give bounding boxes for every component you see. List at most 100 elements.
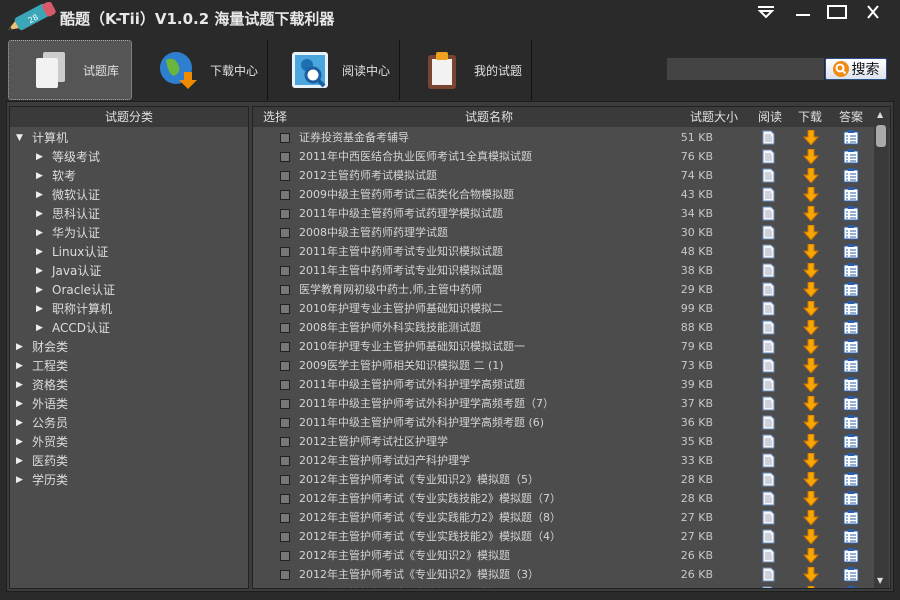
table-row[interactable]: 2009医学主管护师相关知识模拟题 二 (1) 73 KB [253, 356, 873, 375]
tree-item[interactable]: ▶ 医药类 [16, 452, 68, 471]
expand-arrow-icon[interactable]: ▶ [36, 319, 48, 338]
select-checkbox[interactable] [280, 399, 290, 409]
table-row[interactable]: 2011年中级主管护师考试外科护理学高频考题 (6) 36 KB [253, 413, 873, 432]
expand-arrow-icon[interactable]: ▶ [16, 338, 28, 357]
select-checkbox[interactable] [280, 209, 290, 219]
column-header-select[interactable]: 选择 [263, 107, 287, 127]
tree-item[interactable]: ▶ ACCD认证 [36, 319, 110, 338]
select-checkbox[interactable] [280, 475, 290, 485]
table-row[interactable]: 2012主管药师考试模拟试题 74 KB [253, 166, 873, 185]
table-row[interactable]: 2011年中级主管护师考试外科护理学高频考题（7） 37 KB [253, 394, 873, 413]
select-checkbox[interactable] [280, 342, 290, 352]
table-row[interactable]: 2011年中级主管护师考试外科护理学高频试题 39 KB [253, 375, 873, 394]
tree-item[interactable]: ▶ 资格类 [16, 376, 68, 395]
expand-arrow-icon[interactable]: ▶ [16, 414, 28, 433]
table-row[interactable]: 2008中级主管药师药理学试题 30 KB [253, 223, 873, 242]
table-row[interactable]: 证券投资基金备考辅导 51 KB [253, 128, 873, 147]
expand-arrow-icon[interactable]: ▶ [16, 395, 28, 414]
expand-arrow-icon[interactable]: ▶ [36, 243, 48, 262]
tree-item[interactable]: ▶ 华为认证 [36, 224, 100, 243]
search-button[interactable]: 搜索 [825, 58, 887, 80]
vertical-scrollbar[interactable]: ▲ ▼ [874, 107, 889, 588]
expand-arrow-icon[interactable]: ▶ [36, 262, 48, 281]
select-checkbox[interactable] [280, 494, 290, 504]
table-row[interactable]: 医学教育网初级中药士,师,主管中药师 29 KB [253, 280, 873, 299]
tree-item[interactable]: ▶ 外语类 [16, 395, 68, 414]
scroll-down-icon[interactable]: ▼ [877, 576, 883, 585]
tree-item[interactable]: ▶ 外贸类 [16, 433, 68, 452]
table-row[interactable]: 2012年主管护师考试《专业知识2》模拟题（2） 25 KB [253, 584, 873, 588]
expand-arrow-icon[interactable]: ▶ [16, 433, 28, 452]
select-checkbox[interactable] [280, 513, 290, 523]
select-checkbox[interactable] [280, 285, 290, 295]
select-checkbox[interactable] [280, 380, 290, 390]
tab-my-questions[interactable]: 我的试题 [400, 40, 532, 100]
read-document-icon[interactable] [762, 586, 775, 588]
expand-arrow-icon[interactable]: ▶ [16, 376, 28, 395]
table-row[interactable]: 2012年主管护师考试《专业实践技能2》模拟题（4） 27 KB [253, 527, 873, 546]
select-checkbox[interactable] [280, 171, 290, 181]
column-header-read[interactable]: 阅读 [758, 107, 782, 127]
select-checkbox[interactable] [280, 532, 290, 542]
table-row[interactable]: 2010年护理专业主管护师基础知识模拟试题一 79 KB [253, 337, 873, 356]
table-row[interactable]: 2012年主管护师考试《专业实践技能2》模拟题（7） 28 KB [253, 489, 873, 508]
tree-item[interactable]: ▶ Oracle认证 [36, 281, 115, 300]
scrollbar-thumb[interactable] [876, 125, 886, 147]
tree-item[interactable]: ▶ 职称计算机 [36, 300, 112, 319]
select-checkbox[interactable] [280, 152, 290, 162]
search-input[interactable] [667, 58, 824, 80]
table-row[interactable]: 2008年主管护师外科实践技能测试题 88 KB [253, 318, 873, 337]
table-row[interactable]: 2011年主管中药师考试专业知识模拟试题 38 KB [253, 261, 873, 280]
tree-item[interactable]: ▶ 财会类 [16, 338, 68, 357]
table-row[interactable]: 2012年主管护师考试《专业知识2》模拟题（3） 26 KB [253, 565, 873, 584]
table-row[interactable]: 2012年主管护师考试《专业实践能力2》模拟题（8） 27 KB [253, 508, 873, 527]
table-row[interactable]: 2011年中级主管药师考试药理学模拟试题 34 KB [253, 204, 873, 223]
expand-arrow-icon[interactable]: ▶ [36, 281, 48, 300]
scroll-up-icon[interactable]: ▲ [877, 110, 883, 119]
expand-arrow-icon[interactable]: ▶ [16, 452, 28, 471]
select-checkbox[interactable] [280, 361, 290, 371]
tree-item[interactable]: ▶ 工程类 [16, 357, 68, 376]
column-header-size[interactable]: 试题大小 [690, 107, 738, 127]
tree-item[interactable]: ▼ 计算机 [16, 129, 68, 148]
tree-item[interactable]: ▶ 等级考试 [36, 148, 100, 167]
tree-item[interactable]: ▶ 思科认证 [36, 205, 100, 224]
select-checkbox[interactable] [280, 323, 290, 333]
select-checkbox[interactable] [280, 570, 290, 580]
tree-item[interactable]: ▶ 微软认证 [36, 186, 100, 205]
tree-item[interactable]: ▶ Linux认证 [36, 243, 108, 262]
select-checkbox[interactable] [280, 133, 290, 143]
download-arrow-icon[interactable] [803, 585, 819, 588]
expand-arrow-icon[interactable]: ▶ [36, 167, 48, 186]
tree-item[interactable]: ▶ Java认证 [36, 262, 101, 281]
select-checkbox[interactable] [280, 228, 290, 238]
table-row[interactable]: 2011年中西医结合执业医师考试1全真模拟试题 76 KB [253, 147, 873, 166]
select-checkbox[interactable] [280, 418, 290, 428]
menu-dropdown-button[interactable] [753, 4, 779, 24]
table-row[interactable]: 2009中级主管药师考试三萜类化合物模拟题 43 KB [253, 185, 873, 204]
expand-arrow-icon[interactable]: ▶ [36, 205, 48, 224]
close-button[interactable] [860, 4, 886, 24]
tab-reading-center[interactable]: 阅读中心 [268, 40, 400, 100]
expand-arrow-icon[interactable]: ▶ [36, 300, 48, 319]
maximize-button[interactable] [824, 4, 850, 24]
tree-item[interactable]: ▶ 公务员 [16, 414, 68, 433]
column-header-name[interactable]: 试题名称 [465, 107, 513, 127]
table-row[interactable]: 2010年护理专业主管护师基础知识模拟二 99 KB [253, 299, 873, 318]
select-checkbox[interactable] [280, 266, 290, 276]
column-header-answer[interactable]: 答案 [839, 107, 863, 127]
tab-question-bank[interactable]: 试题库 [8, 40, 132, 100]
expand-arrow-icon[interactable]: ▶ [16, 471, 28, 490]
minimize-button[interactable] [790, 4, 816, 24]
select-checkbox[interactable] [280, 456, 290, 466]
table-row[interactable]: 2012年主管护师考试《专业知识2》模拟题（5） 28 KB [253, 470, 873, 489]
expand-arrow-icon[interactable]: ▶ [36, 148, 48, 167]
column-header-download[interactable]: 下载 [798, 107, 822, 127]
tree-item[interactable]: ▶ 软考 [36, 167, 76, 186]
select-checkbox[interactable] [280, 437, 290, 447]
table-row[interactable]: 2012年主管护师考试《专业知识2》模拟题 26 KB [253, 546, 873, 565]
expand-arrow-icon[interactable]: ▶ [36, 224, 48, 243]
select-checkbox[interactable] [280, 190, 290, 200]
answer-list-icon[interactable] [843, 586, 859, 588]
table-row[interactable]: 2011年主管中药师考试专业知识模拟试题 48 KB [253, 242, 873, 261]
